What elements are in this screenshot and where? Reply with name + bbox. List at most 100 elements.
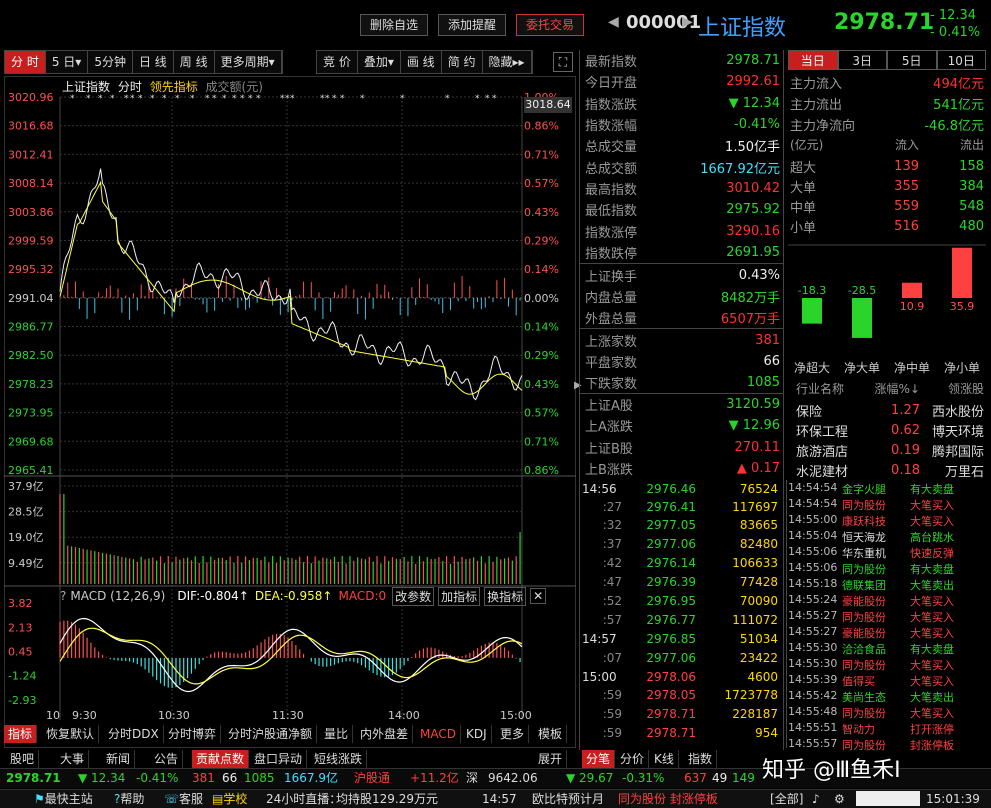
quote-value: 2975.92: [726, 202, 780, 217]
signal-row[interactable]: 14:55:00 康跃科技 大笔买入: [788, 513, 988, 529]
tab-forum[interactable]: 股吧: [6, 750, 40, 768]
change-indicator-button[interactable]: 换指标: [484, 586, 527, 606]
signal-time: 14:55:04: [788, 529, 838, 542]
signal-event: 有大卖盘: [910, 643, 954, 656]
tab-inner-outer[interactable]: 内外盘差: [356, 725, 414, 743]
help-icon[interactable]: ?: [60, 589, 66, 603]
signal-event: 快速反弹: [910, 547, 954, 560]
tab-index[interactable]: 指数: [684, 750, 718, 768]
net-flow-category: 净中单: [894, 360, 930, 375]
tab-5day-flow[interactable]: 5日: [887, 50, 937, 70]
tab-template[interactable]: 模板: [534, 725, 568, 743]
gear-icon[interactable]: ⚙: [834, 790, 845, 808]
signal-row[interactable]: 14:55:06 同为股份 有大卖盘: [788, 561, 988, 577]
signal-row[interactable]: 14:54:54 同为股份 大笔买入: [788, 497, 988, 513]
divider: [580, 263, 783, 264]
signal-row[interactable]: 14:55:18 德联集团 大笔卖出: [788, 577, 988, 593]
close-icon[interactable]: ✕: [530, 588, 547, 604]
tab-volume-ratio[interactable]: 量比: [320, 725, 354, 743]
tab-ticks[interactable]: 分笔: [582, 750, 616, 768]
help-link[interactable]: ?帮助: [114, 790, 144, 808]
tab-reset[interactable]: 恢复默认: [42, 725, 100, 743]
event-star-icon: *: [138, 94, 143, 104]
signal-row[interactable]: 14:54:54 金字火腿 有大卖盘: [788, 481, 988, 497]
search-input[interactable]: [856, 791, 920, 806]
signal-row[interactable]: 14:55:27 豪能股份 大笔买入: [788, 625, 988, 641]
tab-macd[interactable]: MACD: [416, 725, 461, 743]
filter-all[interactable]: [全部]: [770, 790, 803, 808]
tab-10day[interactable]: 10日: [936, 50, 986, 70]
quote-row: 上证B股 270.11: [582, 437, 782, 458]
signal-row[interactable]: 14:55:27 同为股份 大笔买入: [788, 609, 988, 625]
flow-col-header: 流入: [894, 138, 919, 152]
signal-event: 打开涨停: [910, 723, 954, 736]
signal-row[interactable]: 14:55:30 同为股份 大笔买入: [788, 657, 988, 673]
next-arrow-icon[interactable]: ▶: [682, 14, 693, 30]
quote-label: 最新指数: [585, 55, 638, 70]
tab-game[interactable]: 分时博弈: [164, 725, 222, 743]
expand-button[interactable]: 展开: [534, 750, 568, 768]
live-news: 均持股129.29万元: [336, 792, 438, 806]
signal-row[interactable]: 14:55:51 智动力 打开涨停: [788, 721, 988, 737]
tick-time: :59: [602, 726, 622, 740]
tick-volume: 70090: [739, 594, 778, 608]
tab-today[interactable]: 当日: [788, 50, 838, 70]
industry-row[interactable]: 环保工程 0.62 博天环境: [796, 420, 984, 440]
industry-name: 保险: [796, 404, 823, 420]
industry-change: 1.27: [891, 402, 920, 418]
tab-news[interactable]: 新闻: [102, 750, 136, 768]
volume-tick: 9.49亿: [8, 557, 44, 570]
signal-row[interactable]: 14:55:06 华东重机 快速反弹: [788, 545, 988, 561]
tab-short-term[interactable]: 短线涨跌: [310, 750, 368, 768]
industry-row[interactable]: 旅游酒店 0.19 腾邦国际: [796, 440, 984, 460]
intraday-chart[interactable]: 3020.96 3016.68 3012.41 3008.14 3003.86 2999.…: [0, 0, 580, 750]
tab-announce[interactable]: 公告: [150, 750, 184, 768]
industry-row[interactable]: 水泥建材 0.18 万里石: [796, 460, 984, 480]
prev-arrow-icon[interactable]: ◀: [608, 14, 619, 30]
tab-events[interactable]: 大事: [56, 750, 90, 768]
service-link[interactable]: ☏客服: [164, 790, 203, 808]
quote-label: 上证换手: [585, 270, 638, 285]
signal-event: 大笔买入: [910, 627, 954, 640]
signal-row[interactable]: 14:55:30 洽洽食品 有大卖盘: [788, 641, 988, 657]
school-link[interactable]: ▤学校: [212, 790, 247, 808]
industry-row[interactable]: 保险 1.27 西水股份: [796, 400, 984, 420]
tab-price-dist[interactable]: 分价: [616, 750, 650, 768]
industry-col-header[interactable]: 涨幅%↓: [866, 380, 920, 398]
live-label[interactable]: 24小时直播：: [266, 790, 341, 808]
status-sh-up: 381: [192, 771, 215, 785]
status-hk-label[interactable]: 沪股通: [354, 769, 390, 787]
tab-3day[interactable]: 3日: [837, 50, 887, 70]
fastest-server-link[interactable]: ⚑最快主站: [34, 790, 93, 808]
tab-kdj[interactable]: KDJ: [462, 725, 492, 743]
tab-abnormal[interactable]: 盘口异动: [250, 750, 308, 768]
tab-more[interactable]: 更多: [496, 725, 530, 743]
add-indicator-button[interactable]: 加指标: [438, 586, 481, 606]
price-line: [59, 168, 523, 401]
tab-hk-connect[interactable]: 分时沪股通净额: [224, 725, 318, 743]
quote-value: 381: [755, 333, 780, 348]
signal-stock: 恒天海龙: [842, 531, 886, 544]
tab-ddx[interactable]: 分时DDX: [104, 725, 164, 743]
price-tick: 2986.77: [8, 321, 54, 334]
signal-event: 有大卖盘: [910, 483, 954, 496]
tab-contribution[interactable]: 贡献点数: [192, 750, 250, 768]
signal-row[interactable]: 14:55:04 恒天海龙 高台跳水: [788, 529, 988, 545]
net-flow-category: 净超大: [794, 360, 830, 375]
signal-row[interactable]: 14:55:42 美尚生态 大笔卖出: [788, 689, 988, 705]
tab-indicator[interactable]: 指标: [4, 725, 38, 743]
tick-price: 2978.06: [646, 670, 696, 684]
signal-stock: 康跃科技: [842, 515, 886, 528]
signal-row[interactable]: 14:55:48 同为股份 大笔买入: [788, 705, 988, 721]
clock: 15:01:39: [926, 792, 980, 806]
tick-volume: 23422: [739, 651, 778, 665]
signal-row[interactable]: 14:55:24 豪能股份 大笔买入: [788, 593, 988, 609]
quote-label: 上B涨跌: [585, 463, 633, 478]
tab-kline[interactable]: K线: [650, 750, 679, 768]
tick-volume: 106633: [732, 556, 778, 570]
bell-icon[interactable]: ♪: [812, 790, 820, 808]
macd-params-button[interactable]: 改参数: [392, 586, 435, 606]
signal-row[interactable]: 14:55:57 同为股份 封涨停板: [788, 737, 988, 753]
quote-label: 指数涨幅: [585, 119, 638, 134]
signal-row[interactable]: 14:55:39 值得买 大笔买入: [788, 673, 988, 689]
